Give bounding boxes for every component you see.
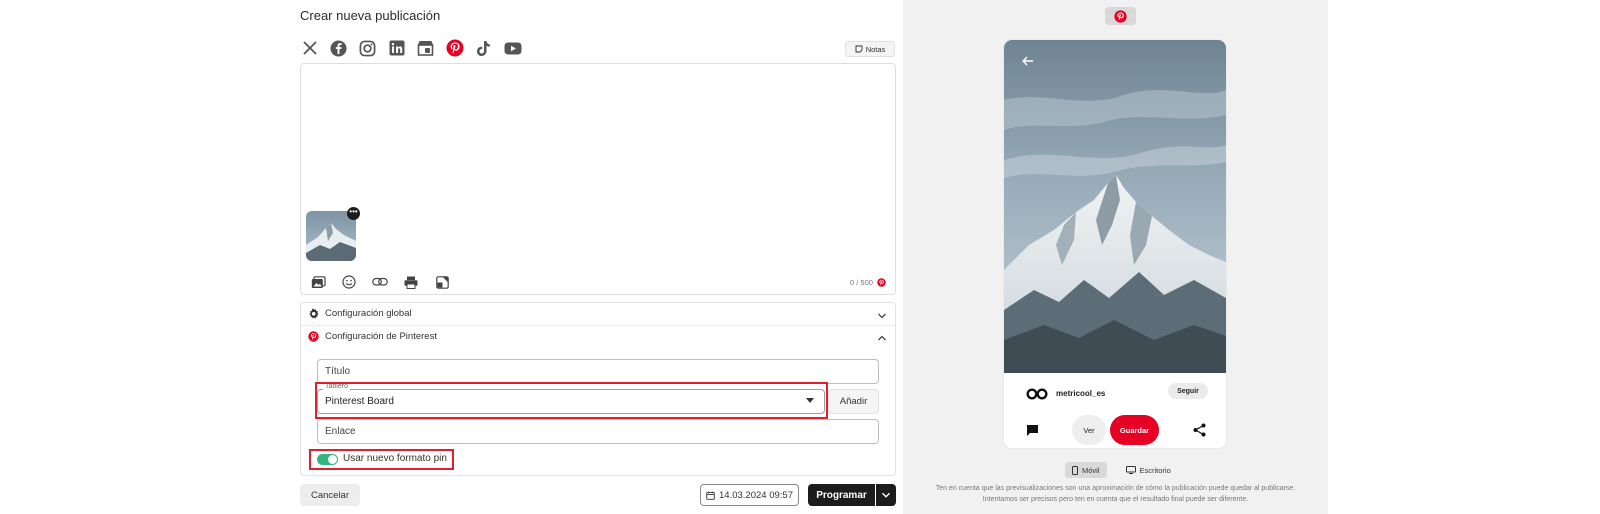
metricool-logo-icon	[1026, 388, 1048, 400]
emoji-icon[interactable]	[341, 275, 357, 289]
mode-desktop-button[interactable]: Escritorio	[1119, 462, 1178, 478]
canva-icon[interactable]	[434, 275, 450, 289]
post-text-editor[interactable]	[300, 63, 896, 295]
media-icon[interactable]	[310, 275, 326, 289]
pinterest-icon[interactable]	[445, 39, 464, 58]
phone-icon	[1072, 465, 1078, 475]
accordion-pinterest-settings[interactable]: Configuración de Pinterest	[308, 331, 437, 342]
back-arrow-icon[interactable]	[1022, 56, 1034, 66]
pinterest-icon	[877, 278, 886, 287]
attachment-menu-button[interactable]: •••	[347, 207, 360, 220]
chevron-down-icon	[882, 492, 890, 498]
highlight-board-annotation	[315, 382, 828, 419]
mode-mobile-button[interactable]: Móvil	[1065, 462, 1107, 478]
editor-toolbar	[310, 275, 450, 289]
pinterest-icon	[1114, 9, 1127, 23]
save-button[interactable]: Guardar	[1110, 415, 1159, 445]
notes-label: Notas	[865, 44, 886, 54]
link-icon[interactable]	[372, 275, 388, 289]
preview-username: metricool_es	[1056, 389, 1106, 398]
highlight-toggle-annotation	[309, 449, 454, 470]
schedule-date-button[interactable]: 14.03.2024 09:57	[700, 484, 799, 506]
character-counter: 0 / 500	[850, 278, 886, 287]
pin-link-input[interactable]: Enlace	[317, 419, 879, 444]
social-network-selector	[300, 38, 522, 58]
accordion-global-settings[interactable]: Configuración global	[308, 308, 412, 319]
cancel-button[interactable]: Cancelar	[300, 484, 360, 506]
tiktok-icon[interactable]	[474, 39, 493, 58]
calendar-icon	[706, 490, 715, 500]
disclaimer-line-1: Ten en cuenta que las previsualizaciones…	[935, 485, 1296, 492]
disclaimer-line-2: Intentamos ser precisos pero ten en cuen…	[982, 496, 1249, 503]
preview-disclaimer: Ten en cuenta que las previsualizaciones…	[903, 483, 1328, 505]
print-icon[interactable]	[403, 275, 419, 289]
view-button[interactable]: Ver	[1072, 415, 1106, 445]
chevron-up-icon[interactable]	[877, 333, 887, 343]
pin-link-placeholder: Enlace	[325, 426, 356, 437]
pin-title-placeholder: Título	[325, 366, 351, 377]
desktop-icon	[1125, 466, 1136, 474]
chevron-down-icon[interactable]	[877, 311, 887, 321]
preview-network-chip[interactable]	[1105, 7, 1136, 25]
schedule-button[interactable]: Programar	[808, 484, 875, 506]
preview-mode-switch: Móvil Escritorio	[1065, 462, 1178, 478]
accordion-pinterest-label: Configuración de Pinterest	[325, 331, 437, 342]
accordion-global-label: Configuración global	[325, 308, 412, 319]
add-board-button[interactable]: Añadir	[828, 389, 879, 414]
instagram-icon[interactable]	[358, 39, 377, 58]
pinterest-icon	[308, 331, 319, 342]
x-icon[interactable]	[300, 39, 319, 58]
schedule-date-value: 14.03.2024 09:57	[719, 489, 793, 501]
google-business-icon[interactable]	[416, 39, 435, 58]
mode-desktop-label: Escritorio	[1139, 465, 1171, 475]
youtube-icon[interactable]	[503, 39, 522, 58]
accordion-divider	[301, 325, 895, 326]
pin-image-mountain	[1004, 40, 1226, 373]
comment-icon[interactable]	[1026, 424, 1039, 437]
share-icon[interactable]	[1193, 423, 1206, 437]
gear-icon	[309, 308, 319, 319]
character-count-text: 0 / 500	[850, 278, 873, 287]
follow-button[interactable]: Seguir	[1168, 383, 1208, 399]
page-title: Crear nueva publicación	[300, 8, 441, 23]
notes-button[interactable]: Notas	[845, 41, 895, 57]
linkedin-icon[interactable]	[387, 39, 406, 58]
pin-title-input[interactable]: Título	[317, 359, 879, 384]
mode-mobile-label: Móvil	[1082, 465, 1100, 475]
facebook-icon[interactable]	[329, 39, 348, 58]
schedule-options-button[interactable]	[876, 484, 896, 506]
note-icon	[855, 45, 863, 53]
